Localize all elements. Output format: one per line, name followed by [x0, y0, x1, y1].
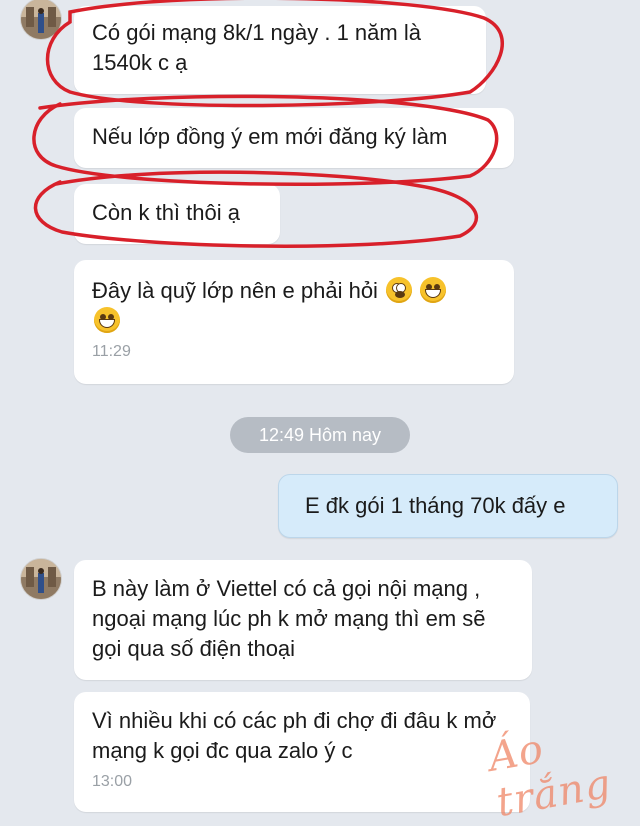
message-time: 13:00 [92, 773, 133, 790]
incoming-message[interactable]: Nếu lớp đồng ý em mới đăng ký làm [74, 108, 514, 168]
message-text: E đk gói 1 tháng 70k đấy e [305, 493, 566, 518]
message-time: 11:29 [92, 343, 131, 360]
incoming-message[interactable]: Đây là quỹ lớp nên e phải hỏi 11:29 [74, 260, 514, 384]
incoming-message[interactable]: B này làm ở Viettel có cả gọi nội mạng ,… [74, 560, 532, 680]
date-separator: 12:49 Hôm nay [230, 417, 410, 453]
grinning-face-emoji-icon [94, 307, 120, 333]
message-text: B này làm ở Viettel có cả gọi nội mạng ,… [92, 576, 486, 661]
dizzy-face-emoji-icon [386, 277, 413, 303]
separator-label: Hôm nay [309, 425, 382, 445]
avatar-photo-icon [21, 559, 61, 599]
message-text: Có gói mạng 8k/1 ngày . 1 năm là 1540k c… [92, 20, 421, 75]
incoming-message[interactable]: Có gói mạng 8k/1 ngày . 1 năm là 1540k c… [74, 6, 486, 94]
grinning-face-emoji-icon [420, 277, 447, 303]
message-text: Nếu lớp đồng ý em mới đăng ký làm [92, 124, 448, 149]
contact-avatar[interactable] [20, 558, 62, 600]
message-text: Còn k thì thôi ạ [92, 200, 240, 225]
incoming-message[interactable]: Còn k thì thôi ạ [74, 184, 280, 244]
avatar-photo-icon [21, 0, 61, 39]
message-text: Vì nhiều khi có các ph đi chợ đi đâu k m… [92, 708, 497, 763]
separator-time: 12:49 [258, 425, 304, 445]
outgoing-message[interactable]: E đk gói 1 tháng 70k đấy e [278, 474, 618, 538]
incoming-message[interactable]: Vì nhiều khi có các ph đi chợ đi đâu k m… [74, 692, 530, 812]
message-text: Đây là quỹ lớp nên e phải hỏi [92, 278, 378, 303]
contact-avatar[interactable] [20, 0, 62, 40]
